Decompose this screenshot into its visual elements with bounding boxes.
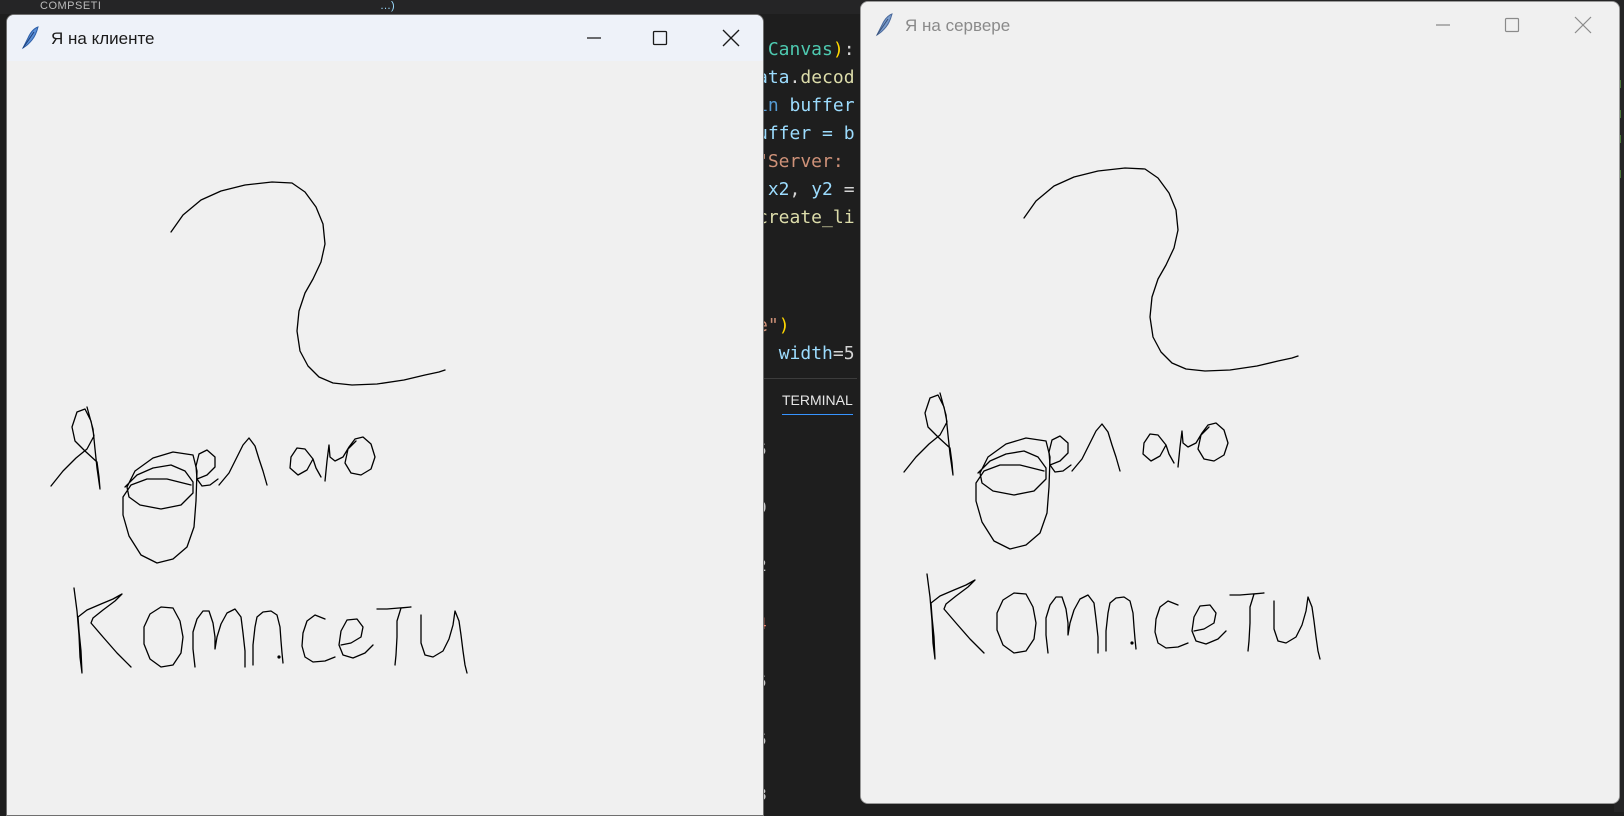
minimize-button[interactable] xyxy=(1411,2,1475,48)
minimize-icon xyxy=(587,37,601,39)
letter-d-stroke xyxy=(975,437,1051,550)
letter-s-stroke xyxy=(301,614,336,663)
code-line[interactable]: ata.decod xyxy=(757,64,855,92)
code-line[interactable]: , width=5 xyxy=(757,340,855,368)
code-line[interactable]: .Canvas): xyxy=(757,36,855,64)
letter-t-stroke xyxy=(1229,592,1265,652)
code-token: , xyxy=(789,179,812,200)
swirl-stroke xyxy=(1023,167,1299,372)
code-token: decod xyxy=(800,67,855,88)
code-token: uffer = xyxy=(757,123,844,144)
code-token: = xyxy=(843,179,855,200)
drawing-canvas[interactable] xyxy=(7,61,763,815)
letter-l-stroke xyxy=(218,437,268,486)
letter-o-stroke xyxy=(143,606,184,668)
letter-k-stroke xyxy=(73,587,132,674)
letter-a-stroke xyxy=(289,447,322,478)
code-token: width xyxy=(778,343,833,364)
server-window[interactable]: Я на сервере xyxy=(860,1,1620,804)
period-dot xyxy=(1130,641,1134,645)
minimize-icon xyxy=(1436,24,1450,26)
letter-ya-stroke xyxy=(903,392,954,476)
code-line[interactable]: in buffer xyxy=(757,92,855,120)
drawing-svg[interactable] xyxy=(7,61,763,815)
code-token: ) xyxy=(832,39,844,60)
tab-terminal[interactable]: TERMINAL xyxy=(782,392,853,415)
letter-e2-stroke xyxy=(1191,604,1227,645)
letter-e-stroke xyxy=(1048,435,1072,473)
swirl-stroke xyxy=(170,181,446,386)
code-token: ) xyxy=(778,315,790,336)
letter-yu-stroke xyxy=(324,436,376,482)
letter-e2-stroke xyxy=(338,618,374,659)
code-token: b xyxy=(843,123,855,144)
letter-t-stroke xyxy=(376,606,412,666)
window-title: Я на клиенте xyxy=(51,29,155,48)
letter-d-stroke xyxy=(122,451,198,564)
code-token: . xyxy=(789,67,801,88)
code-line[interactable]: create_li xyxy=(757,204,855,232)
feather-icon xyxy=(873,13,895,37)
maximize-button[interactable] xyxy=(628,15,692,61)
code-line[interactable]: "Server: xyxy=(757,148,855,176)
drawing-canvas[interactable] xyxy=(861,48,1619,803)
client-window[interactable]: Я на клиенте xyxy=(6,14,764,816)
letter-m-stroke xyxy=(192,608,246,668)
code-token: : xyxy=(843,39,855,60)
letter-e-stroke xyxy=(195,449,219,487)
maximize-icon xyxy=(1504,17,1520,33)
letter-o-stroke xyxy=(996,592,1037,654)
client-titlebar[interactable]: Я на клиенте xyxy=(7,15,763,61)
letter-a-stroke xyxy=(1142,433,1175,464)
feather-icon xyxy=(19,26,41,50)
letter-i-stroke xyxy=(420,610,468,674)
maximize-button[interactable] xyxy=(1480,2,1544,48)
letter-m-stroke xyxy=(1045,594,1099,654)
code-line[interactable]: x2, y2 = xyxy=(757,176,855,204)
code-token: y2 xyxy=(811,179,844,200)
code-token: "Server: xyxy=(757,151,855,172)
code-token: buffer xyxy=(789,95,855,116)
letter-ya-stroke xyxy=(50,406,101,490)
panel-divider xyxy=(757,378,857,379)
close-button[interactable] xyxy=(699,15,763,61)
window-title: Я на сервере xyxy=(905,16,1011,35)
letter-l-stroke xyxy=(1071,423,1121,472)
explorer-title: COMPSETI xyxy=(40,0,102,12)
drawing-svg[interactable] xyxy=(861,48,1619,803)
server-titlebar[interactable]: Я на сервере xyxy=(861,2,1619,48)
letter-k-stroke xyxy=(926,573,985,660)
letter-s-stroke xyxy=(1154,600,1189,649)
editor-tab-stub[interactable]: …) xyxy=(380,0,395,12)
maximize-icon xyxy=(652,30,668,46)
code-token: .Canvas xyxy=(757,39,833,60)
code-token: create_li xyxy=(757,207,855,228)
letter-yu-stroke xyxy=(1177,422,1229,468)
period-dot xyxy=(277,655,281,659)
close-button[interactable] xyxy=(1551,2,1615,48)
letter-i-stroke xyxy=(1273,596,1321,660)
minimize-button[interactable] xyxy=(562,15,626,61)
close-icon xyxy=(722,29,740,47)
code-line[interactable]: uffer = b xyxy=(757,120,855,148)
close-icon xyxy=(1574,16,1592,34)
code-token: =5 xyxy=(832,343,855,364)
